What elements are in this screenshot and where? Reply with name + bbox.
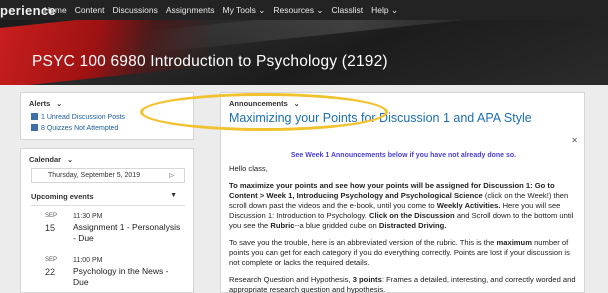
paragraph-1: To maximize your points and see how your… <box>229 181 574 230</box>
divider <box>31 205 185 206</box>
nav-menu: Home Content Discussions Assignments My … <box>44 5 398 16</box>
nav-item-home[interactable]: Home <box>44 5 67 16</box>
top-nav: perience Home Content Discussions Assign… <box>0 0 608 20</box>
highlight-ellipse <box>140 93 388 131</box>
greeting: Hello class, <box>229 164 268 173</box>
alerts-heading: Alerts ⌄ <box>29 99 63 108</box>
calendar-heading: Calendar ⌄ <box>29 155 73 164</box>
announcement-body: Hello class, To maximize your points and… <box>229 164 581 293</box>
nav-item-discussions[interactable]: Discussions <box>112 5 157 16</box>
chevron-down-icon[interactable]: ⌄ <box>67 156 73 164</box>
discussion-icon <box>31 113 38 120</box>
nav-item-content[interactable]: Content <box>75 5 105 16</box>
nav-item-help[interactable]: Help ⌄ <box>371 5 398 16</box>
course-banner: PSYC 100 6980 Introduction to Psychology… <box>0 20 608 85</box>
alert-quizzes[interactable]: 8 Quizzes Not Attempted <box>31 124 118 132</box>
announcement-notice: See Week 1 Announcements below if you ha… <box>290 152 517 159</box>
chevron-down-icon[interactable]: ⌄ <box>56 100 62 108</box>
close-icon[interactable]: ✕ <box>571 136 578 145</box>
nav-item-classlist[interactable]: Classlist <box>332 5 364 16</box>
caret-down-icon[interactable]: ▼ <box>170 192 177 199</box>
paragraph-2: To save you the trouble, here is an abbr… <box>229 238 570 267</box>
quiz-icon <box>31 124 38 131</box>
nav-item-assignments[interactable]: Assignments <box>166 5 215 16</box>
nav-item-resources[interactable]: Resources ⌄ <box>273 5 323 16</box>
triangle-right-icon[interactable]: ▷ <box>169 172 174 179</box>
course-title: PSYC 100 6980 Introduction to Psychology… <box>32 53 388 70</box>
calendar-date-selector[interactable]: Thursday, September 5, 2019 ▷ <box>31 168 185 183</box>
paragraph-3: Research Question and Hypothesis, 3 poin… <box>229 275 576 293</box>
nav-item-my-tools[interactable]: My Tools ⌄ <box>223 5 266 16</box>
upcoming-events-header[interactable]: Upcoming events ▼ <box>31 192 185 201</box>
alert-unread-posts[interactable]: 1 Unread Discussion Posts <box>31 113 125 121</box>
calendar-widget: Calendar ⌄ Thursday, September 5, 2019 ▷ … <box>20 148 194 293</box>
